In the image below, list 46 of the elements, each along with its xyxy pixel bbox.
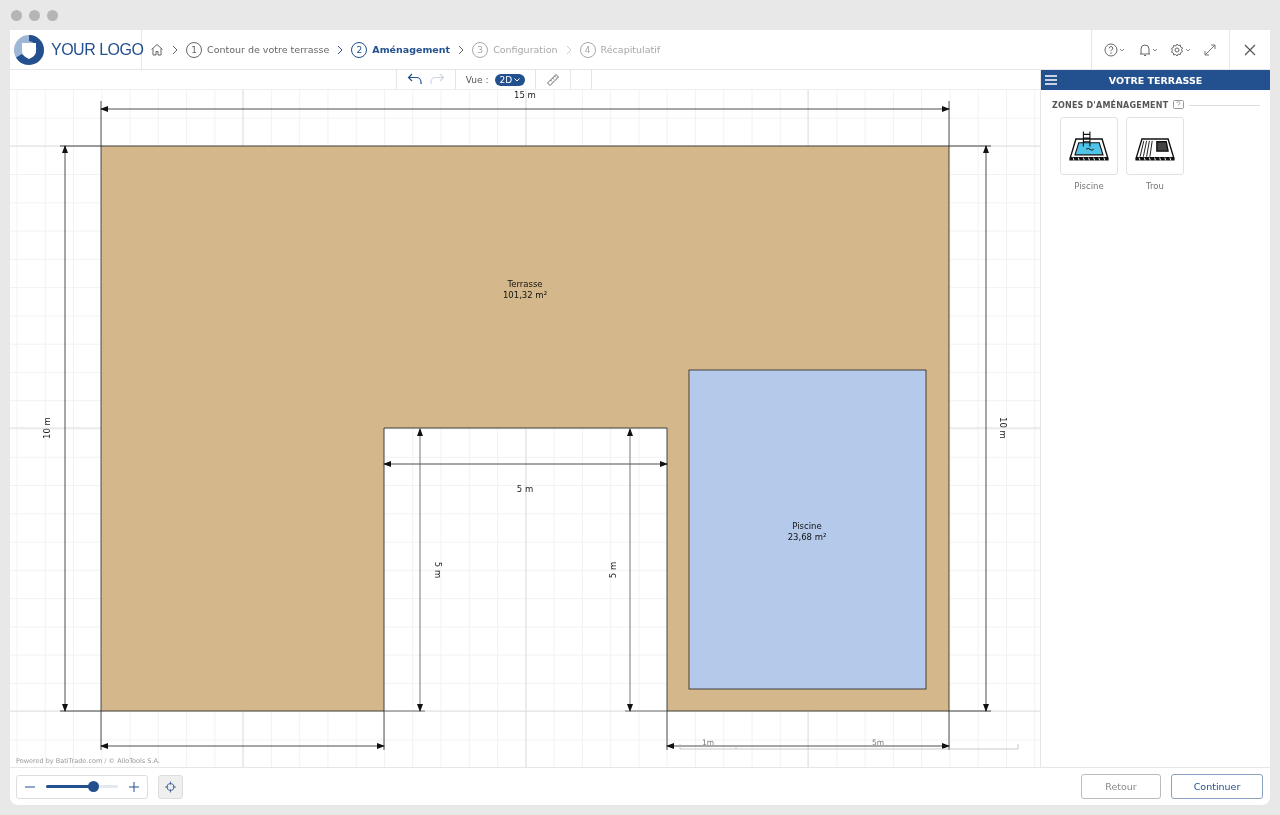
home-icon[interactable] bbox=[150, 43, 164, 56]
view-label: Vue : bbox=[465, 74, 489, 85]
zoom-in-icon[interactable] bbox=[129, 781, 139, 792]
dimension-label: 5 m bbox=[516, 483, 534, 494]
slider-thumb[interactable] bbox=[87, 781, 99, 792]
dimension-label: 10 m bbox=[997, 417, 1008, 439]
window-control-dot[interactable] bbox=[47, 9, 58, 21]
chevron-icon bbox=[336, 44, 345, 55]
help-icon[interactable] bbox=[1173, 100, 1185, 110]
zone-card[interactable] bbox=[1060, 117, 1118, 175]
zone-label: Piscine bbox=[1074, 181, 1104, 191]
zone-area: 23,68 m² bbox=[787, 532, 827, 542]
crosshair-icon bbox=[165, 779, 176, 794]
pool-area[interactable] bbox=[688, 369, 927, 690]
zone-name: Piscine bbox=[792, 521, 822, 531]
menu-icon[interactable] bbox=[1045, 75, 1057, 85]
settings-icon[interactable] bbox=[1170, 42, 1193, 57]
dimension-label: 5 m bbox=[607, 561, 618, 579]
fullscreen-icon[interactable] bbox=[1203, 42, 1218, 57]
window-control-dot[interactable] bbox=[29, 9, 40, 21]
step-link[interactable]: 2 Aménagement bbox=[351, 41, 451, 58]
recenter-button[interactable] bbox=[158, 774, 183, 799]
view-dropdown[interactable]: 2D bbox=[494, 73, 526, 86]
caret-icon bbox=[514, 77, 521, 82]
dimension-label: 15 m bbox=[514, 90, 536, 100]
window-control-dot[interactable] bbox=[11, 9, 22, 21]
chevron-icon bbox=[564, 44, 573, 55]
dimension-label: 5 m bbox=[432, 561, 443, 579]
logo-icon bbox=[13, 33, 45, 66]
section-title: ZONES D'AMÉNAGEMENT bbox=[1052, 100, 1169, 110]
chevron-icon bbox=[457, 44, 466, 55]
continue-button[interactable]: Continuer bbox=[1171, 774, 1263, 799]
logo-text: YOUR LOGO bbox=[51, 40, 144, 59]
step-link[interactable]: 1 Contour de votre terrasse bbox=[186, 41, 330, 58]
dimension-label: 10 m bbox=[41, 417, 52, 439]
zone-area: 101,32 m² bbox=[502, 290, 548, 300]
chevron-icon bbox=[171, 44, 179, 55]
ruler-icon[interactable] bbox=[546, 72, 561, 87]
zone-name: Terrasse bbox=[507, 279, 543, 289]
zone-label: Trou bbox=[1146, 181, 1164, 191]
help-icon[interactable] bbox=[1103, 42, 1126, 57]
back-button[interactable]: Retour bbox=[1081, 774, 1161, 799]
close-icon[interactable] bbox=[1244, 43, 1256, 56]
zone-card[interactable] bbox=[1126, 117, 1184, 175]
panel-title: VOTRE TERRASSE bbox=[1107, 74, 1204, 86]
undo-icon[interactable] bbox=[406, 73, 423, 85]
